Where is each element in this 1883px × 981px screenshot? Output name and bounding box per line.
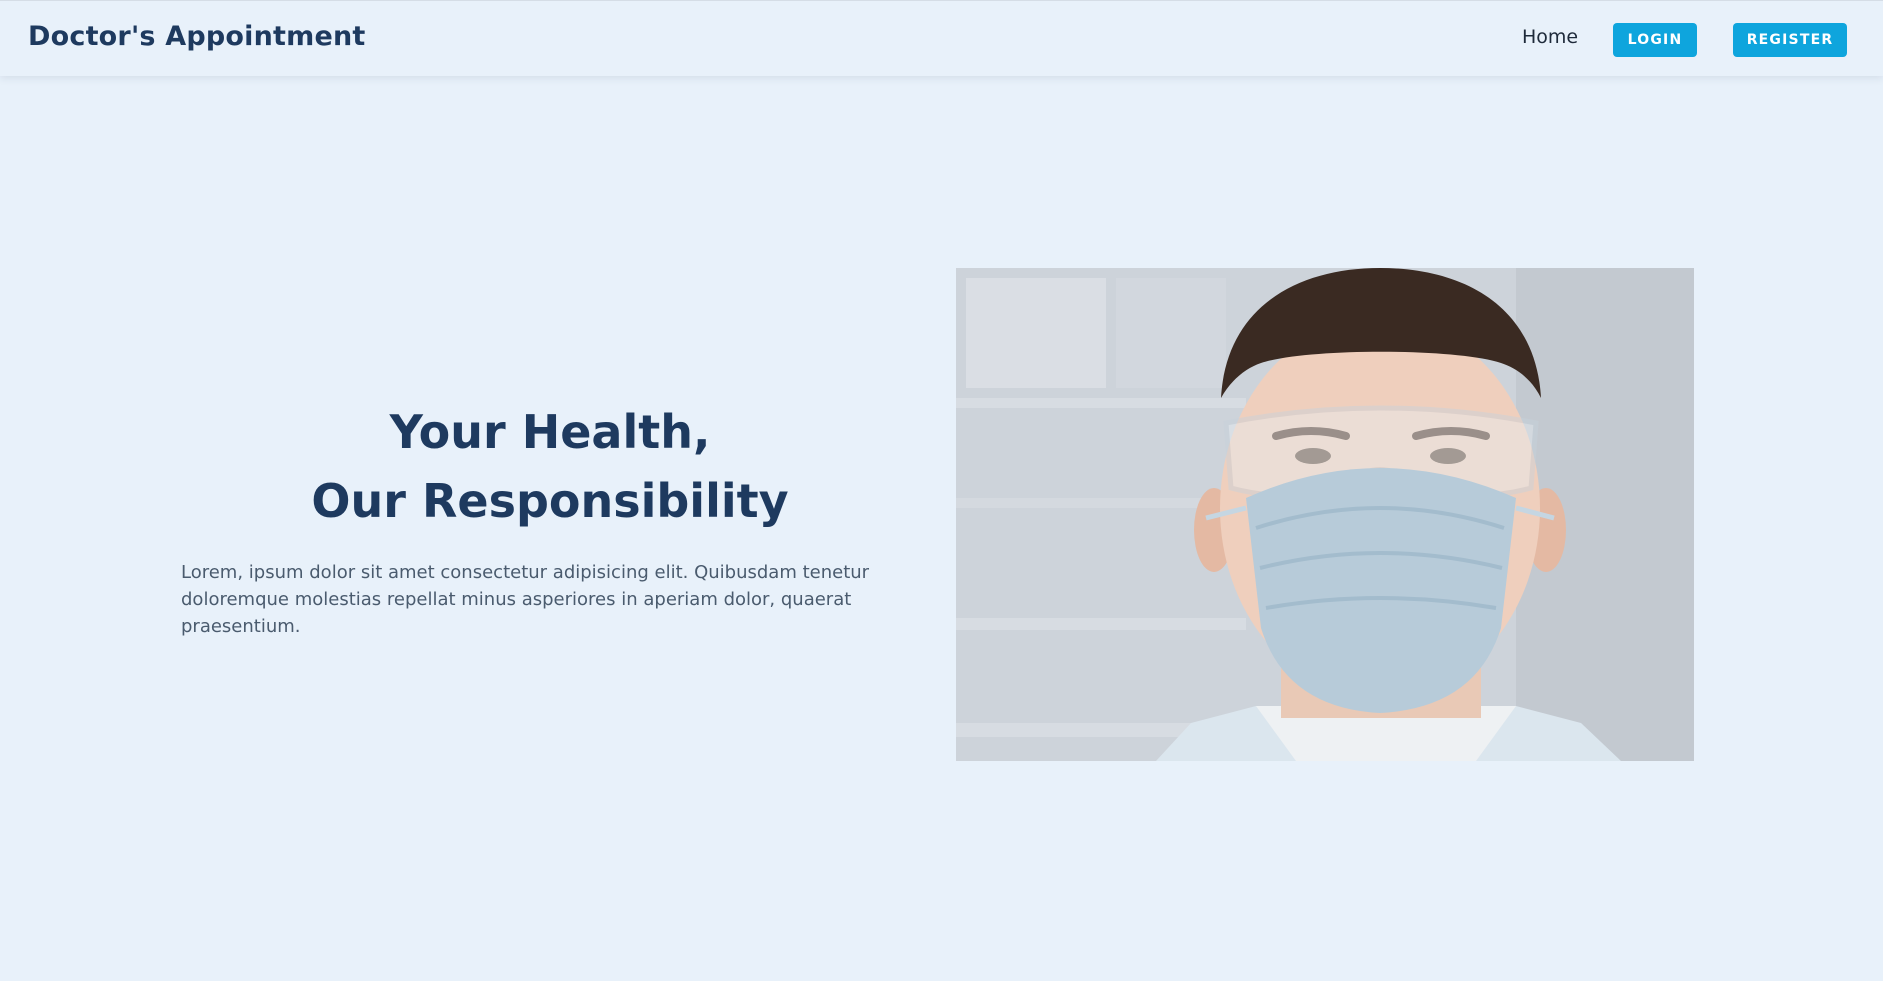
doctor-portrait-image	[956, 268, 1694, 761]
hero-title-line-1: Your Health,	[389, 405, 711, 459]
login-button[interactable]: LOGIN	[1613, 23, 1697, 57]
hero-description: Lorem, ipsum dolor sit amet consectetur …	[181, 562, 870, 637]
nav-home-link[interactable]: Home	[1522, 26, 1578, 48]
hero-title: Your Health, Our Responsibility	[180, 398, 920, 536]
hero-title-line-2: Our Responsibility	[311, 474, 789, 528]
navbar: Doctor's Appointment Home LOGIN REGISTER	[0, 0, 1883, 76]
doctor-portrait-illustration	[956, 268, 1694, 761]
register-button[interactable]: REGISTER	[1733, 23, 1847, 57]
brand-logo[interactable]: Doctor's Appointment	[28, 21, 366, 52]
